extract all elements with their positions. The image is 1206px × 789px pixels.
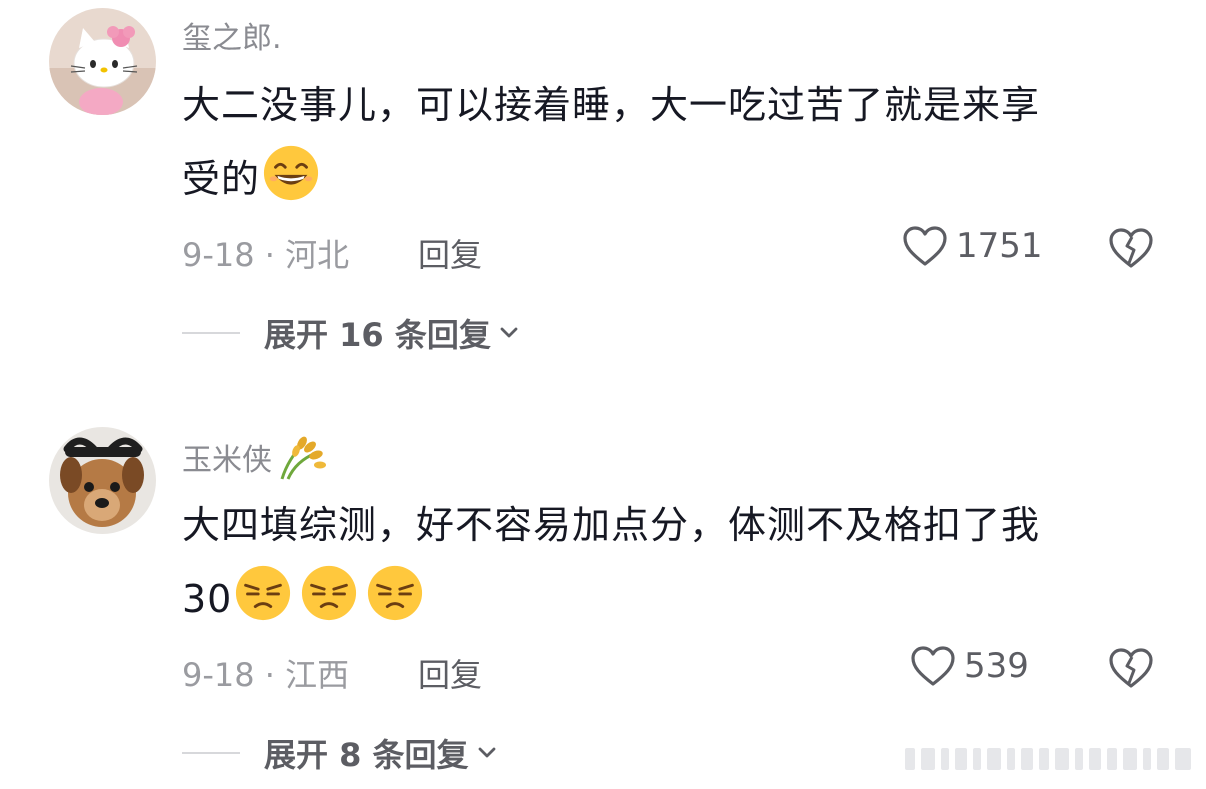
heart-icon xyxy=(903,226,947,266)
heart-icon xyxy=(911,646,955,686)
comment-item: 玺之郎. 大二没事儿，可以接着睡，大一吃过苦了就是来享 受的 9-18 · 河北… xyxy=(0,0,1206,380)
username-suffix: . xyxy=(272,21,282,56)
unamused-face-emoji-icon xyxy=(302,565,357,621)
like-count: 1751 xyxy=(956,226,1043,266)
username-text: 玉米侠 xyxy=(182,443,272,478)
comment-text-line: 30 xyxy=(182,562,1172,636)
unamused-face-emoji-icon xyxy=(236,565,291,621)
username-text: 玺之郎 xyxy=(182,21,272,56)
like-button[interactable]: 539 xyxy=(910,645,1029,687)
comment-text-line: 大四填综测，好不容易加点分，体测不及格扣了我 xyxy=(182,503,1041,547)
chevron-down-icon xyxy=(500,327,518,338)
comment-text-line-content: 30 xyxy=(182,577,233,621)
avatar-puppy-icon xyxy=(49,427,156,534)
avatar-hello-kitty-icon xyxy=(49,8,156,115)
comment-text: 大二没事儿，可以接着睡，大一吃过苦了就是来享 受的 xyxy=(182,68,1172,216)
comment-text: 大四填综测，好不容易加点分，体测不及格扣了我 30 xyxy=(182,488,1172,636)
expand-replies-button[interactable]: 展开 8 条回复 xyxy=(182,730,497,776)
grinning-face-emoji-icon xyxy=(263,145,319,201)
like-button[interactable]: 1751 xyxy=(902,225,1043,267)
comment-text-line-content: 受的 xyxy=(182,157,261,201)
username[interactable]: 玺之郎. xyxy=(182,13,282,57)
date-location: 9-18 · 江西 xyxy=(182,656,350,694)
like-count: 539 xyxy=(964,646,1029,686)
chevron-down-icon xyxy=(478,747,495,758)
loading-strip xyxy=(905,748,1191,770)
avatar[interactable] xyxy=(49,8,156,115)
username[interactable]: 玉米侠 xyxy=(182,433,326,481)
comment-text-line: 受的 xyxy=(182,142,1172,216)
reply-button[interactable]: 回复 xyxy=(418,650,482,696)
rice-stalk-icon xyxy=(280,436,326,480)
expand-replies-label: 展开 8 条回复 xyxy=(264,736,469,774)
broken-heart-icon[interactable] xyxy=(1108,225,1154,271)
comment-item: 玉米侠 大四填综测，好不容易加点分，体测不及格扣了我 30 9-18 · 江西 … xyxy=(0,420,1206,789)
divider xyxy=(182,752,240,754)
date-location: 9-18 · 河北 xyxy=(182,236,350,274)
unamused-face-emoji-icon xyxy=(368,565,423,621)
comment-text-line: 大二没事儿，可以接着睡，大一吃过苦了就是来享 xyxy=(182,83,1041,127)
expand-replies-label: 展开 16 条回复 xyxy=(264,316,491,354)
broken-heart-icon[interactable] xyxy=(1108,645,1154,691)
expand-replies-button[interactable]: 展开 16 条回复 xyxy=(182,310,519,356)
divider xyxy=(182,332,240,334)
reply-button[interactable]: 回复 xyxy=(418,230,482,276)
avatar[interactable] xyxy=(49,427,156,534)
